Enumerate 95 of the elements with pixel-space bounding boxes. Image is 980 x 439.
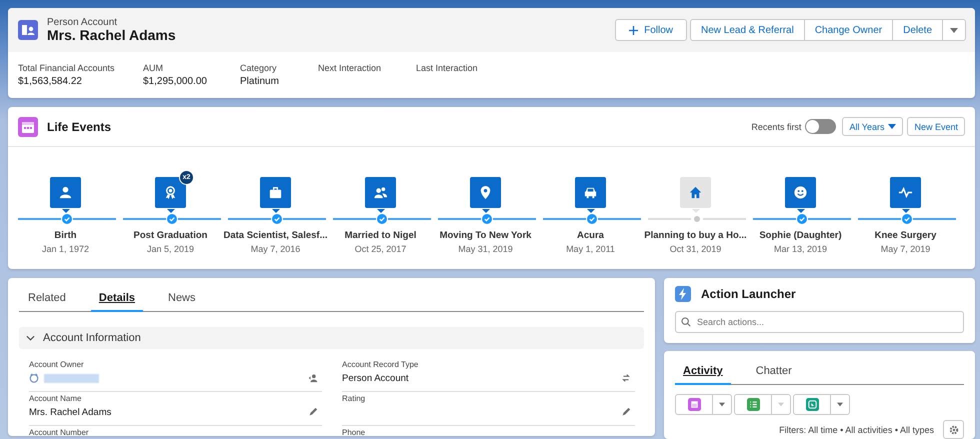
toggle-label: Recents first — [751, 122, 802, 132]
check-icon — [482, 214, 492, 224]
lightning-icon — [675, 286, 691, 302]
event-title: Post Graduation — [134, 230, 208, 241]
check-icon — [587, 214, 597, 224]
tab[interactable]: News — [168, 292, 196, 312]
dropdown-button[interactable] — [830, 394, 850, 415]
pulse-icon — [898, 184, 913, 200]
edit-icon[interactable] — [308, 407, 318, 417]
event-title: Sophie (Daughter) — [759, 230, 842, 241]
stat-label: Next Interaction — [318, 63, 382, 73]
field-value: Mrs. Rachel Adams — [29, 406, 112, 418]
stat-label: AUM — [143, 63, 164, 73]
redacted-name — [44, 374, 99, 382]
check-icon — [377, 214, 387, 224]
settings-button[interactable] — [943, 420, 964, 439]
caret-icon — [778, 402, 784, 407]
person-icon — [58, 184, 73, 200]
edit-icon[interactable] — [621, 407, 631, 417]
event-date: Mar 13, 2019 — [774, 244, 828, 254]
stat-label: Total Financial Accounts — [18, 63, 116, 73]
record-title: Mrs. Rachel Adams — [47, 28, 176, 43]
check-icon — [167, 214, 177, 224]
check-icon — [902, 214, 912, 224]
stat-label: Last Interaction — [416, 63, 478, 73]
tab[interactable]: Related — [28, 292, 66, 312]
object-type: Person Account — [47, 17, 118, 28]
calendar-icon — [18, 116, 38, 137]
field-label: Phone — [342, 428, 366, 436]
smile-icon — [793, 184, 808, 200]
caret-icon — [837, 402, 843, 407]
briefcase-icon — [268, 184, 283, 200]
caret-icon — [719, 402, 725, 407]
card-title: Action Launcher — [701, 287, 796, 301]
stat-value: Platinum — [240, 76, 280, 87]
search-icon — [681, 317, 691, 327]
settings-icon — [948, 424, 958, 434]
caret-icon — [950, 28, 958, 32]
year-filter-button[interactable]: All Years — [842, 117, 904, 136]
event-date: May 7, 2016 — [250, 244, 300, 254]
pin-icon — [478, 184, 493, 200]
event-title: Moving To New York — [440, 230, 532, 241]
dropdown-button[interactable] — [712, 394, 732, 415]
status-dot — [692, 214, 702, 224]
field-label: Account Name — [29, 394, 82, 403]
event-date: Oct 25, 2017 — [354, 244, 406, 254]
action-button[interactable]: Delete — [892, 19, 943, 41]
event-title: Acura — [577, 230, 604, 241]
event-date: May 31, 2019 — [458, 244, 513, 254]
award-icon — [163, 184, 178, 200]
event-title: Knee Surgery — [874, 230, 936, 241]
tab[interactable]: Chatter — [756, 365, 792, 385]
event-date: May 7, 2019 — [880, 244, 930, 254]
search-field[interactable]: Search actions... — [675, 311, 964, 333]
change-owner-icon[interactable] — [308, 373, 318, 383]
avatar-icon — [29, 373, 39, 383]
check-icon — [797, 214, 807, 224]
toggle-switch[interactable] — [805, 119, 836, 134]
event-date: Jan 5, 2019 — [146, 244, 194, 254]
event-title: Data Scientist, Salesf... — [223, 230, 328, 241]
quick-action-button[interactable] — [675, 394, 713, 415]
couple-icon — [373, 184, 388, 200]
check-icon — [62, 214, 72, 224]
field-label: Account Owner — [29, 360, 85, 369]
stat-value: $1,295,000.00 — [143, 76, 208, 87]
tab[interactable]: Details — [90, 292, 143, 312]
event-title: Married to Nigel — [344, 230, 416, 241]
quick-action-button[interactable] — [793, 394, 831, 415]
field-label: Account Number — [29, 428, 90, 436]
field-label: Account Record Type — [342, 360, 420, 369]
check-icon — [272, 214, 282, 224]
event-date: Jan 1, 1972 — [42, 244, 90, 254]
section-header[interactable]: Account Information — [19, 327, 644, 349]
swap-icon[interactable] — [621, 373, 631, 383]
event-date: May 1, 2011 — [566, 244, 615, 254]
account-icon — [18, 20, 38, 40]
quick-action-button[interactable] — [734, 394, 772, 415]
filter-summary: Filters: All time • All activities • All types — [779, 424, 934, 434]
tab[interactable]: Activity — [675, 365, 731, 385]
action-button[interactable]: New Lead & Referral — [690, 19, 805, 41]
stat-value: $1,563,584.22 — [18, 76, 83, 87]
new-event-button[interactable]: New Event — [907, 117, 965, 136]
field-value: Person Account — [342, 372, 409, 384]
event-date: Oct 31, 2019 — [670, 244, 722, 254]
card-title: Life Events — [47, 120, 112, 134]
field-label: Rating — [342, 394, 366, 403]
follow-button[interactable]: Follow — [615, 19, 687, 41]
event-title: Planning to buy a Ho... — [644, 230, 747, 241]
plus-icon — [629, 26, 638, 34]
caret-icon — [888, 124, 896, 130]
home-icon — [688, 184, 703, 200]
stat-label: Category — [240, 63, 278, 73]
more-actions-button[interactable] — [942, 19, 966, 41]
event-title: Birth — [54, 230, 77, 241]
action-button[interactable]: Change Owner — [804, 19, 894, 41]
